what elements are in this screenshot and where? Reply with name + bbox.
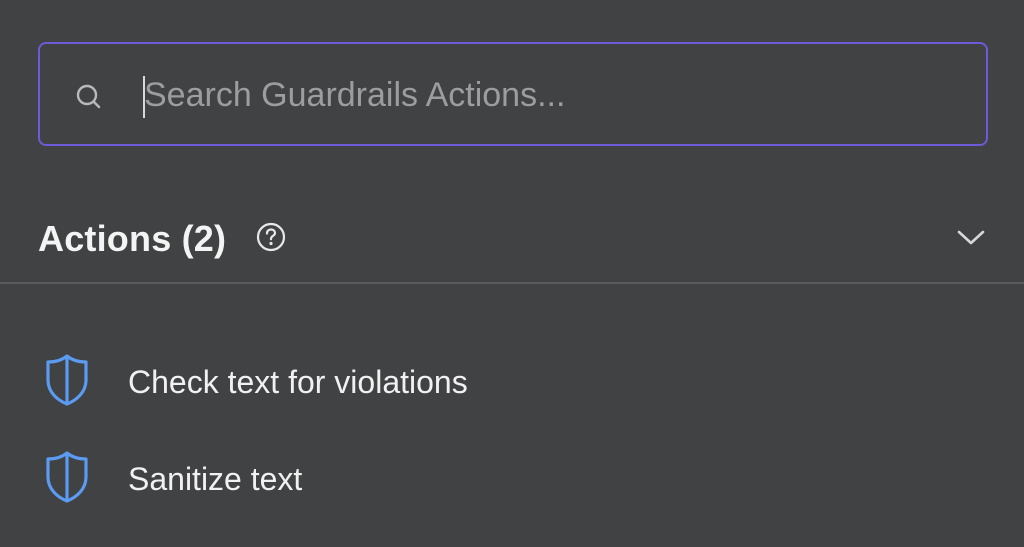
section-title: Actions (2) <box>38 218 227 259</box>
action-label: Sanitize text <box>128 461 303 497</box>
search-box[interactable] <box>38 42 988 146</box>
action-label: Check text for violations <box>128 364 468 400</box>
chevron-down-icon[interactable] <box>955 224 987 250</box>
actions-section-header[interactable]: Actions (2) <box>0 200 1024 284</box>
action-item-check-text[interactable]: Check text for violations <box>0 330 1024 410</box>
search-input[interactable] <box>144 64 964 126</box>
help-icon[interactable] <box>255 221 287 253</box>
search-icon <box>76 84 101 109</box>
action-item-sanitize-text[interactable]: Sanitize text <box>0 427 1024 507</box>
shield-icon <box>46 451 88 503</box>
shield-icon <box>46 354 88 406</box>
